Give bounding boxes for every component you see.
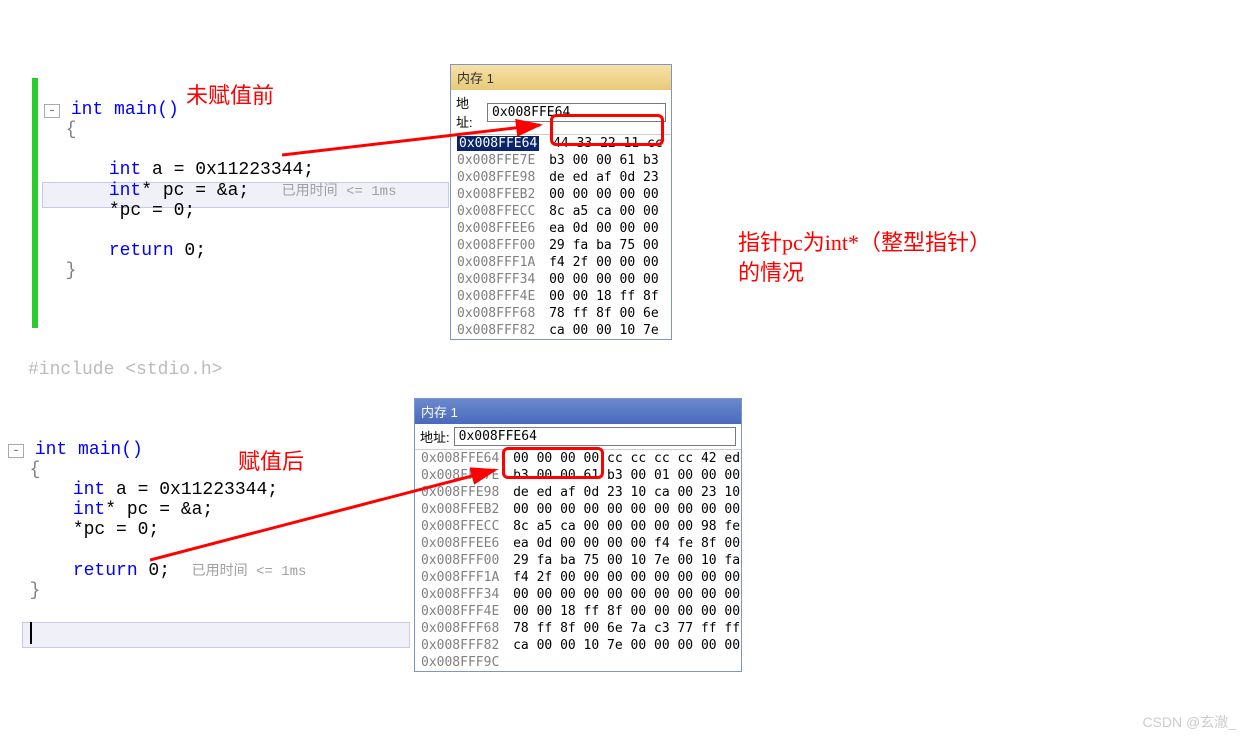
brace-open: {: [66, 120, 77, 140]
addr-label: 地址:: [456, 93, 483, 131]
memory-row: 0x008FFEB2 00 00 00 00 00 00 00 00 00 00: [415, 501, 741, 518]
memory-row: 0x008FFE7E b3 00 00 61 b3 00 01 00 00 00: [415, 467, 741, 484]
memory-row: 0x008FFF82 ca 00 00 10 7e 00 00 00 00 00: [415, 637, 741, 654]
memory-row: 0x008FFECC 8c a5 ca 00 00 00 00 00 98 fe: [415, 518, 741, 535]
memory-row: 0x008FFF68 78 ff 8f 00 6e: [451, 305, 671, 322]
brace-close: }: [66, 261, 77, 281]
code-line: * pc = &a;: [105, 500, 213, 520]
memory-row: 0x008FFEB2 00 00 00 00 00: [451, 186, 671, 203]
memory-row: 0x008FFE64 44 33 22 11 cc: [451, 135, 671, 152]
code-line: a = 0x11223344;: [141, 160, 314, 180]
code-line: 0;: [174, 241, 206, 261]
memory-row: 0x008FFF1A f4 2f 00 00 00: [451, 254, 671, 271]
code-line: *pc = 0;: [109, 201, 195, 221]
timing-label: 已用时间 <= 1ms: [282, 184, 397, 200]
brace-open: {: [30, 460, 41, 480]
memory-panel-2: 内存 1 地址: 0x008FFE64 00 00 00 00 cc cc cc…: [414, 398, 742, 672]
memory-row: 0x008FFF1A f4 2f 00 00 00 00 00 00 00 00: [415, 569, 741, 586]
current-line-highlight-2: [22, 622, 410, 648]
memory-row: 0x008FFF00 29 fa ba 75 00: [451, 237, 671, 254]
memory-row: 0x008FFE7E b3 00 00 61 b3: [451, 152, 671, 169]
addr-label: 地址:: [420, 427, 450, 446]
memory-row: 0x008FFE98 de ed af 0d 23 10 ca 00 23 10: [415, 484, 741, 501]
change-bar: [32, 78, 38, 328]
memory-row: 0x008FFF4E 00 00 18 ff 8f 00 00 00 00 00: [415, 603, 741, 620]
memory-row: 0x008FFF34 00 00 00 00 00 00 00 00 00 00: [415, 586, 741, 603]
memory-rows: 0x008FFE64 44 33 22 11 cc0x008FFE7E b3 0…: [451, 135, 671, 339]
memory-panel-1: 内存 1 地址: 0x008FFE64 44 33 22 11 cc0x008F…: [450, 64, 672, 340]
memory-row: 0x008FFE98 de ed af 0d 23: [451, 169, 671, 186]
kw-int: int: [109, 181, 141, 201]
code-line: * pc = &a;: [141, 181, 249, 201]
timing-label: 已用时间 <= 1ms: [192, 564, 307, 580]
memory-row: 0x008FFEE6 ea 0d 00 00 00: [451, 220, 671, 237]
annotation-before: 未赋值前: [186, 78, 274, 110]
memory-rows: 0x008FFE64 00 00 00 00 cc cc cc cc 42 ed…: [415, 450, 741, 671]
memory-row: 0x008FFF82 ca 00 00 10 7e: [451, 322, 671, 339]
kw-return: return: [73, 561, 138, 581]
memory-row: 0x008FFF00 29 fa ba 75 00 10 7e 00 10 fa: [415, 552, 741, 569]
func-sig: int main(): [35, 440, 143, 460]
memory-row: 0x008FFF4E 00 00 18 ff 8f: [451, 288, 671, 305]
func-sig: int main(): [71, 100, 179, 120]
memory-row: 0x008FFECC 8c a5 ca 00 00: [451, 203, 671, 220]
kw-int: int: [73, 500, 105, 520]
code-line: 0;: [138, 561, 170, 581]
watermark: CSDN @玄澈_: [1142, 712, 1236, 732]
annotation-after: 赋值后: [238, 444, 304, 476]
fold-icon[interactable]: -: [8, 444, 24, 458]
memory-row: 0x008FFE64 00 00 00 00 cc cc cc cc 42 ed: [415, 450, 741, 467]
fold-icon[interactable]: -: [44, 104, 60, 118]
memory-addr-input[interactable]: [454, 427, 736, 446]
memory-title: 内存 1: [451, 65, 671, 90]
caret-icon: [30, 622, 32, 644]
memory-addr-bar: 地址:: [415, 424, 741, 450]
memory-row: 0x008FFEE6 ea 0d 00 00 00 00 f4 fe 8f 00: [415, 535, 741, 552]
memory-addr-bar: 地址:: [451, 90, 671, 135]
code-line: a = 0x11223344;: [105, 480, 278, 500]
kw-return: return: [109, 241, 174, 261]
memory-row: 0x008FFF9C: [415, 654, 741, 671]
include-line: #include <stdio.h>: [28, 360, 222, 380]
annotation-right: 指针pc为int*（整型指针） 的情况: [738, 228, 991, 288]
memory-title: 内存 1: [415, 399, 741, 424]
kw-int: int: [73, 480, 105, 500]
brace-close: }: [30, 581, 41, 601]
kw-int: int: [109, 160, 141, 180]
memory-addr-input[interactable]: [487, 103, 666, 122]
code-line: *pc = 0;: [73, 520, 159, 540]
code-block-1: - int main() { int a = 0x11223344; int* …: [44, 80, 396, 281]
memory-row: 0x008FFF34 00 00 00 00 00: [451, 271, 671, 288]
memory-row: 0x008FFF68 78 ff 8f 00 6e 7a c3 77 ff ff: [415, 620, 741, 637]
